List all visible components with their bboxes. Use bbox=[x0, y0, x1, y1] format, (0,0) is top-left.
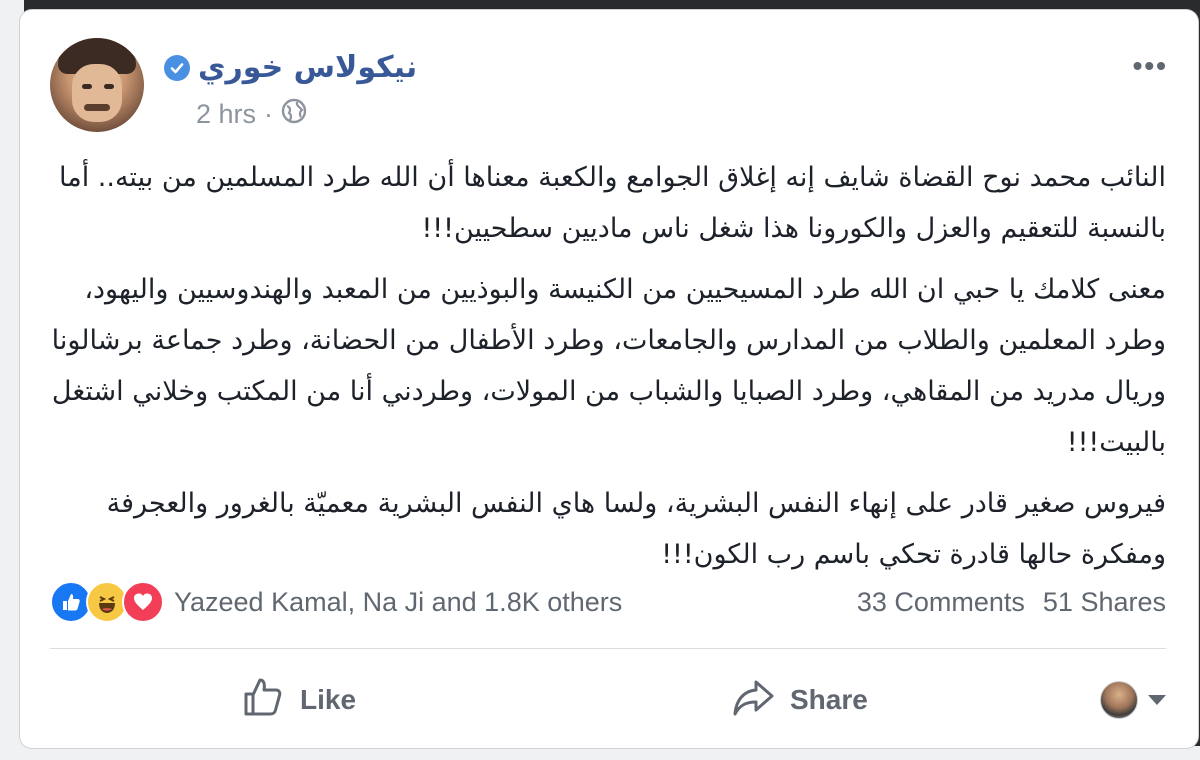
post-body: النائب محمد نوح القضاة شايف إنه إغلاق ال… bbox=[50, 152, 1166, 590]
like-button[interactable]: Like bbox=[240, 674, 356, 727]
thumbs-up-icon bbox=[240, 674, 286, 727]
post-paragraph: فيروس صغير قادر على إنهاء النفس البشرية،… bbox=[106, 488, 1166, 570]
reactions-left[interactable]: Yazeed Kamal, Na Ji and 1.8K others bbox=[50, 581, 622, 623]
post-paragraph: النائب محمد نوح القضاة شايف إنه إغلاق ال… bbox=[59, 162, 1166, 244]
post-card: نيكولاس خوري 2 hrs · ••• النائب محمد نوح… bbox=[20, 10, 1198, 748]
globe-icon[interactable] bbox=[281, 98, 307, 131]
author-avatar[interactable] bbox=[50, 38, 144, 132]
share-button[interactable]: Share bbox=[730, 674, 868, 727]
author-name-row: نيكولاس خوري bbox=[164, 50, 417, 85]
verified-badge-icon bbox=[164, 54, 190, 81]
share-arrow-icon bbox=[730, 674, 776, 727]
chevron-down-icon bbox=[1148, 695, 1166, 705]
reactions-summary: Yazeed Kamal, Na Ji and 1.8K others 33 C… bbox=[50, 580, 1166, 624]
post-actions: Like Share bbox=[50, 670, 1166, 730]
author-name[interactable]: نيكولاس خوري bbox=[198, 50, 417, 85]
meta-separator: · bbox=[264, 99, 274, 129]
divider bbox=[50, 648, 1166, 649]
user-avatar bbox=[1100, 681, 1138, 719]
share-label: Share bbox=[790, 684, 868, 715]
post-meta: 2 hrs · bbox=[196, 98, 307, 131]
shares-count[interactable]: 51 Shares bbox=[1043, 587, 1166, 618]
post-header: نيكولاس خوري 2 hrs · ••• bbox=[50, 38, 1178, 134]
post-paragraph: معنى كلامك يا حبي ان الله طرد المسيحيين … bbox=[51, 274, 1166, 458]
comments-count[interactable]: 33 Comments bbox=[857, 587, 1025, 618]
post-time[interactable]: 2 hrs bbox=[196, 99, 256, 130]
more-options-icon[interactable]: ••• bbox=[1133, 50, 1168, 82]
engagement-counts: 33 Comments 51 Shares bbox=[857, 587, 1166, 618]
background-bottom bbox=[0, 746, 1200, 760]
like-label: Like bbox=[300, 684, 357, 715]
love-icon bbox=[122, 581, 164, 623]
reaction-names[interactable]: Yazeed Kamal, Na Ji and 1.8K others bbox=[174, 587, 622, 618]
profile-selector[interactable] bbox=[1100, 681, 1166, 719]
